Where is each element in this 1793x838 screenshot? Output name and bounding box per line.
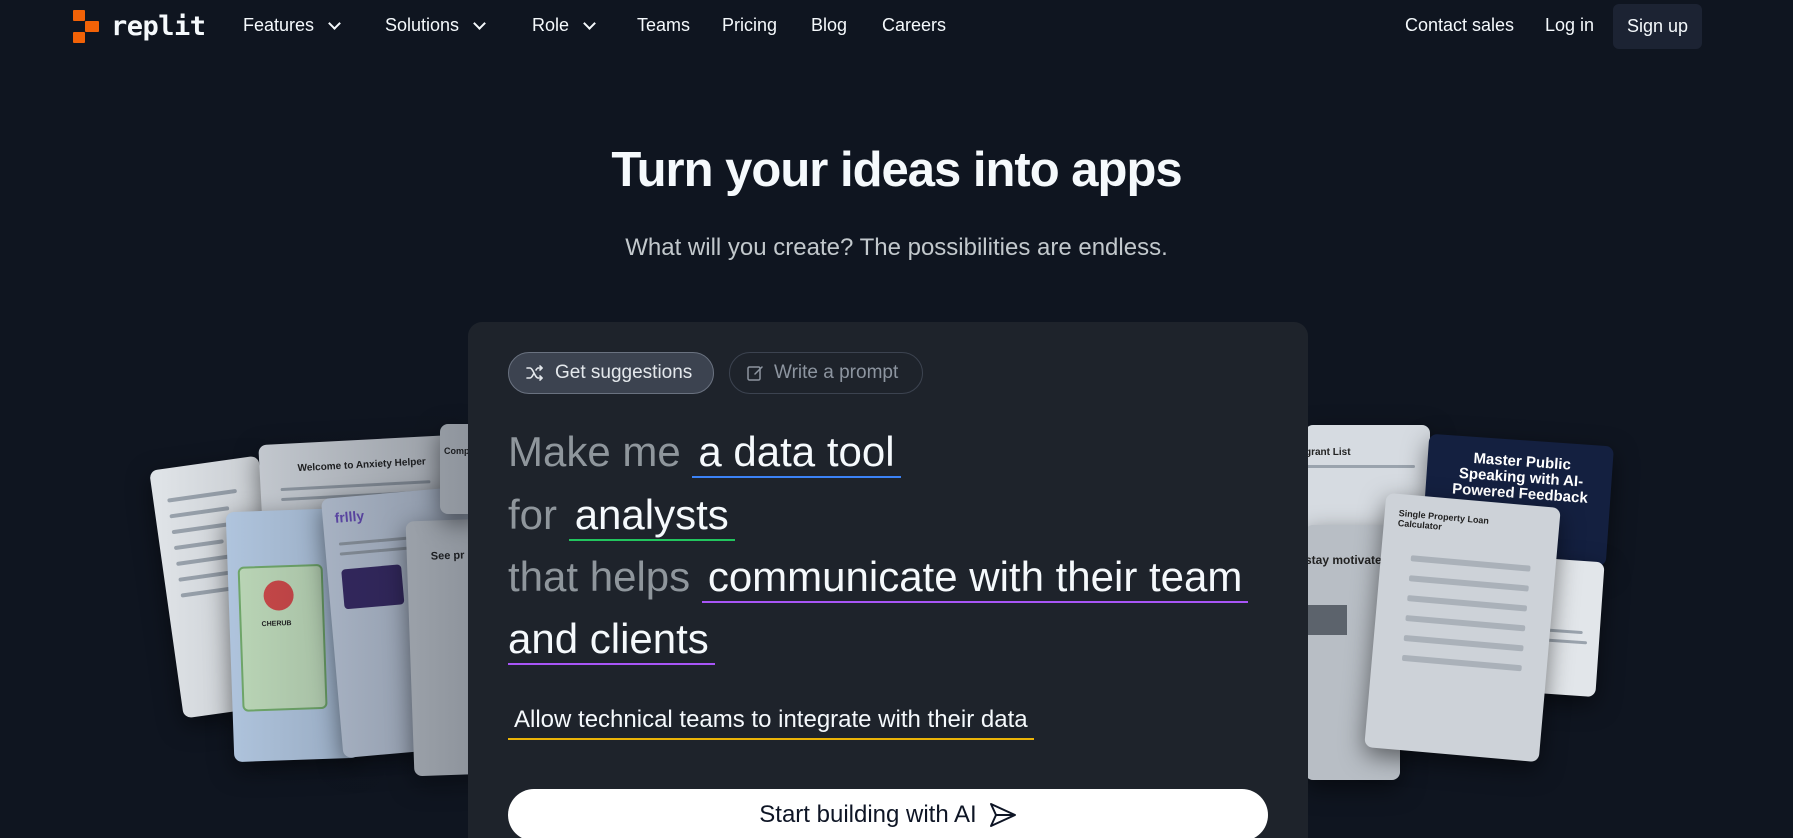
nav-blog[interactable]: Blog [811, 15, 847, 36]
hero-subtitle: What will you create? The possibilities … [625, 234, 1168, 261]
sign-up-label: Sign up [1626, 16, 1689, 36]
prompt-prefix: that helps [508, 553, 691, 600]
chevron-down-icon [473, 16, 486, 30]
prompt-line-3: that helps communicate with their team [508, 553, 1249, 603]
sign-up-button[interactable]: Sign up [1613, 4, 1702, 49]
contact-sales-label: Contact sales [1405, 15, 1515, 35]
goal-selector-continued[interactable]: and clients [508, 615, 715, 665]
nav-teams[interactable]: Teams [637, 15, 690, 36]
nav-solutions[interactable]: Solutions [385, 15, 486, 36]
nav-careers-label: Careers [882, 15, 947, 35]
replit-logo-icon [73, 10, 101, 43]
top-navigation: replit Features Solutions Role Teams Pri… [0, 0, 1793, 52]
get-suggestions-label: Get suggestions [555, 362, 693, 383]
log-in-label: Log in [1545, 15, 1595, 35]
prompt-prefix: for [508, 491, 558, 538]
prompt-line-4: and clients [508, 615, 715, 665]
chevron-down-icon [583, 16, 596, 30]
edit-icon [747, 366, 763, 381]
nav-blog-label: Blog [811, 15, 848, 35]
get-suggestions-tab[interactable]: Get suggestions [508, 352, 714, 394]
showcase-card-title: Comp [444, 446, 470, 456]
start-building-label: Start building with AI [759, 801, 977, 828]
app-type-selector[interactable]: a data tool [692, 428, 901, 478]
nav-role-label: Role [532, 15, 570, 35]
logo-text: replit [111, 11, 206, 42]
nav-teams-label: Teams [637, 15, 691, 35]
write-prompt-tab[interactable]: Write a prompt [729, 352, 923, 394]
start-building-button[interactable]: Start building with AI [508, 789, 1268, 838]
showcase-card-title: CHERUB [261, 620, 292, 629]
showcase-card: Single Property Loan Calculator [1364, 492, 1561, 763]
write-prompt-label: Write a prompt [774, 362, 899, 383]
nav-features[interactable]: Features [243, 15, 341, 36]
log-in-link[interactable]: Log in [1545, 15, 1594, 36]
showcase-card-title: grant List [1305, 447, 1351, 458]
showcase-card-title: stay motivated [1305, 553, 1390, 567]
nav-careers[interactable]: Careers [882, 15, 946, 36]
showcase-card-title: frllly [333, 507, 365, 526]
showcase-card-title: See pr [430, 549, 465, 563]
nav-solutions-label: Solutions [385, 15, 460, 35]
nav-features-label: Features [243, 15, 315, 35]
replit-logo[interactable]: replit [73, 10, 206, 43]
showcase-card-title: Single Property Loan Calculator [1397, 508, 1490, 532]
nav-pricing[interactable]: Pricing [722, 15, 777, 36]
prompt-line-2: for analysts [508, 491, 735, 541]
prompt-line-1: Make me a data tool [508, 428, 901, 478]
audience-selector[interactable]: analysts [568, 491, 735, 541]
prompt-prefix: Make me [508, 428, 681, 475]
feature-selector[interactable]: Allow technical teams to integrate with … [508, 706, 1034, 740]
hero-title: Turn your ideas into apps [611, 143, 1182, 197]
nav-pricing-label: Pricing [722, 15, 778, 35]
chevron-down-icon [328, 16, 341, 30]
send-icon [989, 803, 1016, 827]
shuffle-icon [526, 365, 543, 381]
goal-selector[interactable]: communicate with their team [701, 553, 1249, 603]
showcase-card-title: Welcome to Anxiety Helper [297, 456, 427, 475]
nav-role[interactable]: Role [532, 15, 596, 36]
contact-sales-link[interactable]: Contact sales [1405, 15, 1514, 36]
